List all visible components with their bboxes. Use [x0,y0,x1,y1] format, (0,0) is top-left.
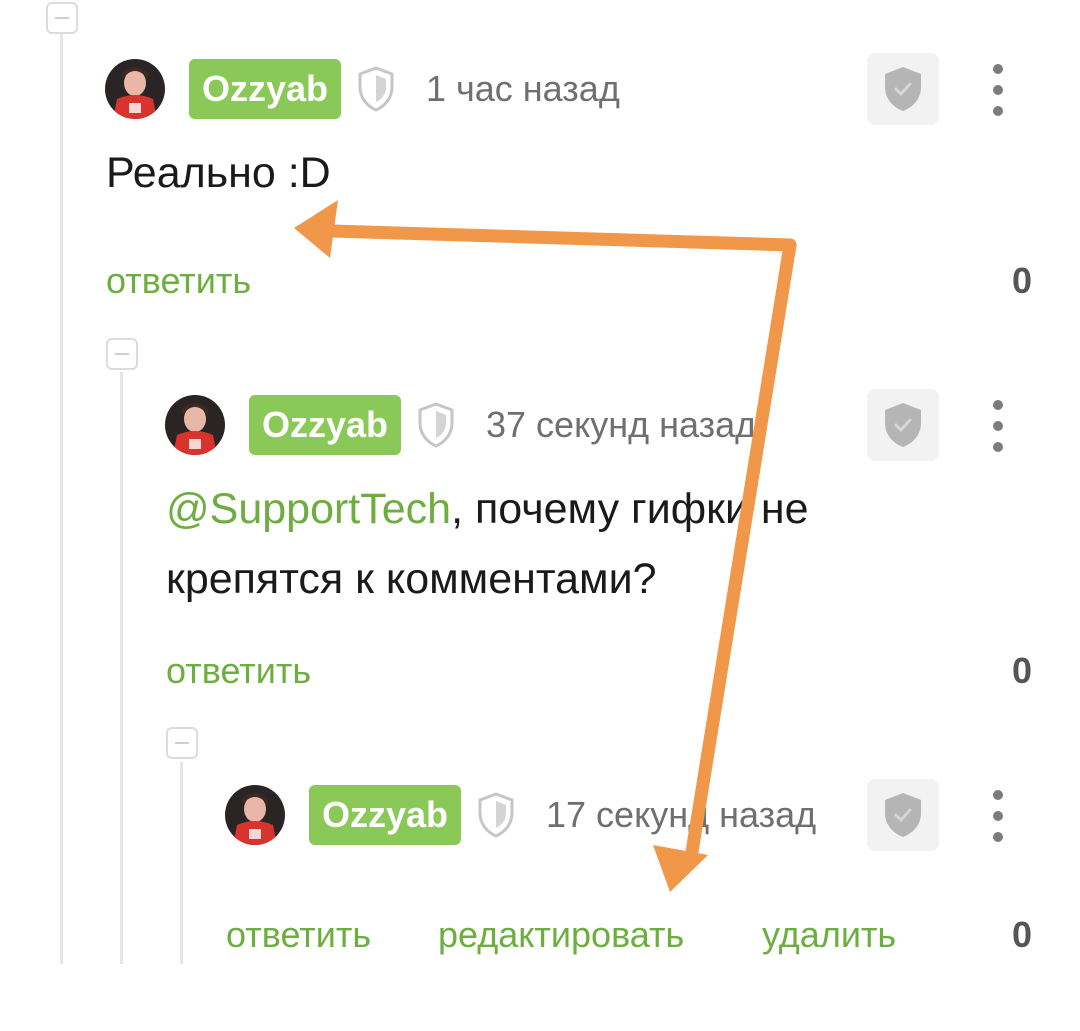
moderation-button[interactable] [867,779,939,851]
moderation-button[interactable] [867,53,939,125]
collapse-icon[interactable] [166,727,198,759]
shield-icon [358,66,394,112]
thread-line-level-3 [180,762,183,964]
moderation-shield-icon [885,793,921,837]
avatar[interactable] [225,785,285,845]
shield-icon [418,402,454,448]
comment-time: 17 секунд назад [546,794,817,835]
comment-text: Реально :D [106,149,331,197]
comment-time: 37 секунд назад [486,404,757,445]
collapse-icon[interactable] [106,338,138,370]
user-mention[interactable]: @SupportTech [166,485,451,533]
more-vertical-icon[interactable] [988,400,1008,452]
edit-link[interactable]: редактировать [438,913,684,957]
thread-line-level-2 [120,372,123,964]
more-vertical-icon[interactable] [988,64,1008,116]
comment-time: 1 час назад [426,68,620,109]
comment-text: @SupportTech, почему гифки не крепятся к… [166,474,926,614]
shield-icon [478,792,514,838]
author-name[interactable]: Ozzyab [189,59,342,119]
reply-link[interactable]: ответить [166,649,311,693]
reply-link[interactable]: ответить [226,913,371,957]
more-vertical-icon[interactable] [988,790,1008,842]
avatar[interactable] [105,59,165,119]
moderation-button[interactable] [867,389,939,461]
moderation-shield-icon [885,403,921,447]
author-name[interactable]: Ozzyab [249,395,402,455]
delete-link[interactable]: удалить [762,913,896,957]
thread-line-level-1 [60,34,63,964]
collapse-icon[interactable] [46,2,78,34]
comment-rating: 0 [1012,260,1033,301]
reply-link[interactable]: ответить [106,259,251,303]
avatar[interactable] [165,395,225,455]
comment-rating: 0 [1012,650,1033,691]
moderation-shield-icon [885,67,921,111]
comment-rating: 0 [1012,914,1033,955]
author-name[interactable]: Ozzyab [309,785,462,845]
